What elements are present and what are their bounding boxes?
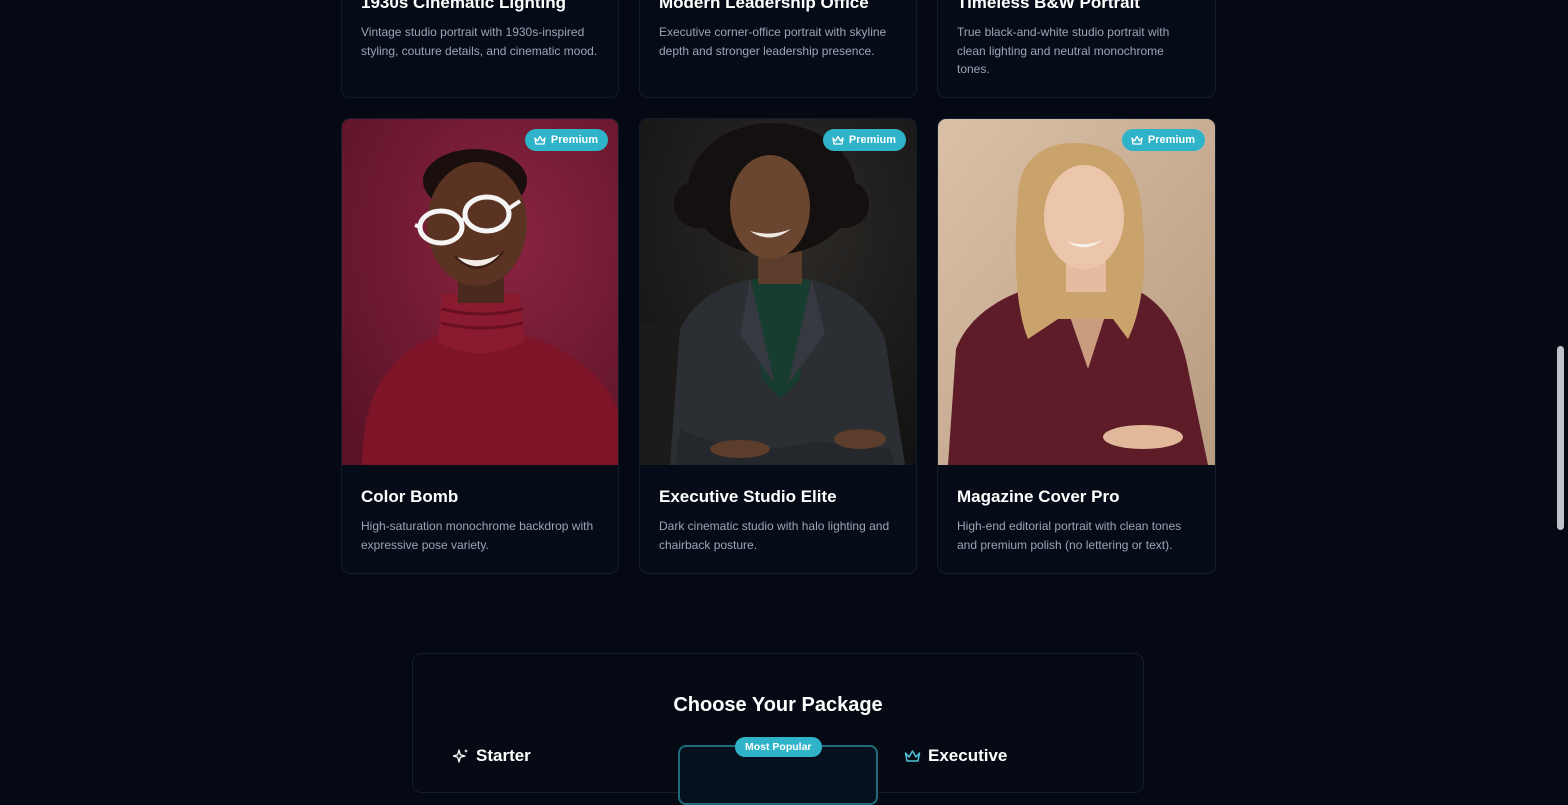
crown-icon — [534, 135, 546, 145]
package-heading: Choose Your Package — [673, 694, 883, 716]
style-card-title: Modern Leadership Office — [659, 0, 869, 12]
portrait-image — [938, 119, 1215, 465]
style-card-description: True black-and-white studio portrait wit… — [957, 25, 1170, 76]
scrollbar-thumb[interactable] — [1557, 346, 1564, 530]
crown-icon — [832, 135, 844, 145]
plan-starter[interactable]: Starter — [453, 746, 531, 766]
plan-executive[interactable]: Executive — [904, 746, 1007, 766]
premium-badge-label: Premium — [550, 134, 598, 146]
premium-badge-label: Premium — [848, 134, 896, 146]
crown-icon — [904, 749, 921, 762]
style-card-description: Executive corner-office portrait with sk… — [659, 25, 887, 58]
plan-name: Starter — [476, 746, 531, 765]
portrait-image — [640, 119, 916, 465]
style-card-magazine-cover-pro[interactable]: Premium Magazine Cover Pro High-end edit… — [937, 118, 1216, 574]
style-card-title: Color Bomb — [361, 487, 459, 506]
package-section: Choose Your Package Starter Most Popular… — [412, 653, 1144, 805]
style-card-timeless-bw[interactable]: Timeless B&W Portrait True black-and-whi… — [937, 0, 1216, 98]
style-card-description: Vintage studio portrait with 1930s-inspi… — [361, 25, 598, 58]
style-card-title: Timeless B&W Portrait — [957, 0, 1140, 12]
style-card-title: 1930s Cinematic Lighting — [361, 0, 566, 12]
style-card-1930s[interactable]: 1930s Cinematic Lighting Vintage studio … — [341, 0, 619, 98]
style-card-description: High-end editorial portrait with clean t… — [957, 519, 1182, 552]
style-card-title: Executive Studio Elite — [659, 487, 837, 506]
plan-name: Executive — [928, 746, 1008, 765]
style-card-color-bomb[interactable]: Premium Color Bomb High-saturation monoc… — [341, 118, 619, 574]
premium-badge: Premium — [524, 129, 608, 151]
style-card-description: Dark cinematic studio with halo lighting… — [659, 519, 890, 552]
premium-badge-label: Premium — [1147, 134, 1195, 146]
most-popular-badge: Most Popular — [735, 737, 822, 757]
sparkle-icon — [453, 749, 468, 763]
crown-icon — [1131, 135, 1143, 145]
premium-badge: Premium — [1121, 129, 1205, 151]
portrait-image — [342, 119, 618, 465]
style-card-description: High-saturation monochrome backdrop with… — [361, 519, 594, 552]
style-card-executive-studio-elite[interactable]: Premium Executive Studio Elite Dark cine… — [639, 118, 917, 574]
style-card-title: Magazine Cover Pro — [957, 487, 1120, 506]
premium-badge: Premium — [822, 129, 906, 151]
page-scrollbar[interactable] — [1554, 0, 1568, 772]
style-card-modern-leadership[interactable]: Modern Leadership Office Executive corne… — [639, 0, 917, 98]
